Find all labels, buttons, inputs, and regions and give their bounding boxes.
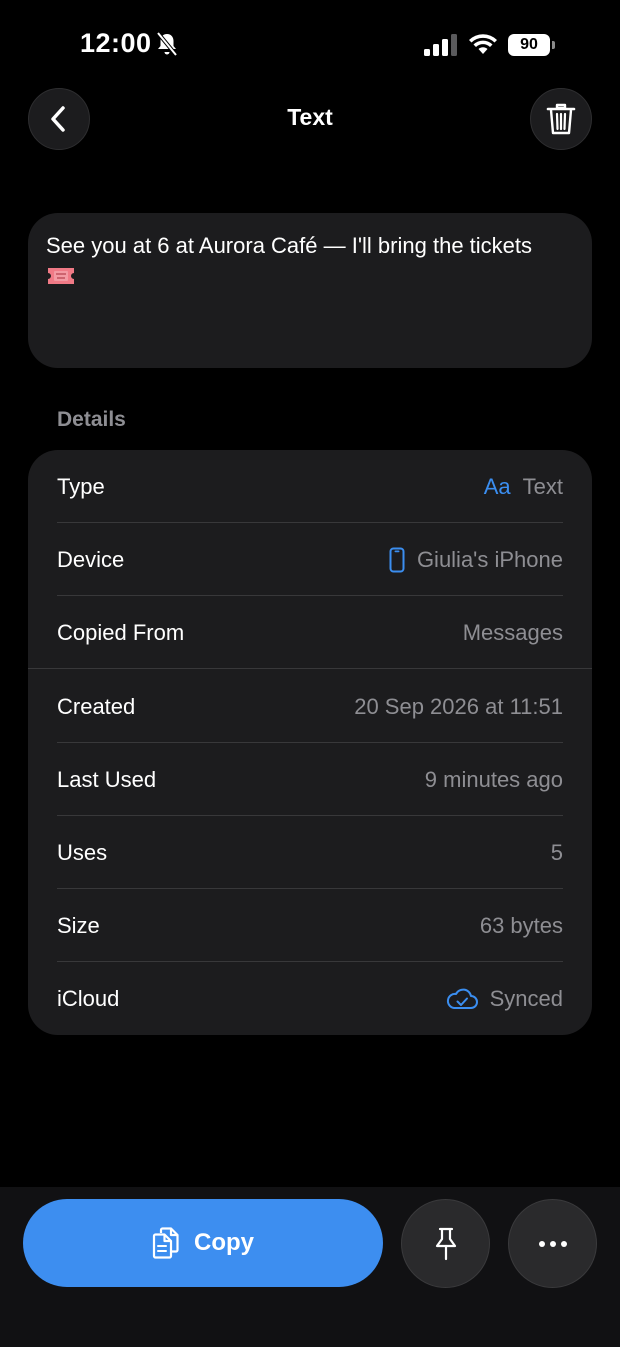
details-section-header: Details xyxy=(57,408,126,431)
clip-text: See you at 6 at Aurora Café — I'll bring… xyxy=(46,233,533,258)
detail-row-last-used: Last Used 9 minutes ago xyxy=(57,743,563,816)
detail-value: 63 bytes xyxy=(479,912,563,938)
copy-button[interactable]: Copy xyxy=(23,1199,383,1287)
trash-icon xyxy=(546,103,576,135)
icloud-check-icon xyxy=(446,988,478,1009)
detail-row-icloud: iCloud Synced xyxy=(57,962,563,1035)
battery-cap xyxy=(552,41,555,49)
pin-button[interactable] xyxy=(401,1199,490,1288)
detail-value-text: Giulia's iPhone xyxy=(416,546,563,572)
bell-slash-icon xyxy=(156,31,178,57)
divider xyxy=(28,668,592,669)
detail-label: iCloud xyxy=(57,985,120,1011)
detail-row-created: Created 20 Sep 2026 at 11:51 xyxy=(57,670,563,743)
detail-value: Synced xyxy=(446,986,563,1012)
detail-value: 5 xyxy=(550,839,563,865)
wifi-icon xyxy=(469,34,497,54)
detail-row-uses: Uses 5 xyxy=(57,816,563,889)
detail-label: Type xyxy=(57,473,105,499)
battery-level: 90 xyxy=(508,34,550,56)
detail-value: Messages xyxy=(462,619,563,645)
detail-value: 20 Sep 2026 at 11:51 xyxy=(354,693,563,719)
detail-label: Device xyxy=(57,546,125,572)
pin-icon xyxy=(435,1227,456,1260)
status-time: 12:00 xyxy=(80,28,152,58)
detail-row-device: Device Giulia's iPhone xyxy=(57,523,563,596)
clip-content-card[interactable]: See you at 6 at Aurora Café — I'll bring… xyxy=(28,213,592,368)
detail-label: Last Used xyxy=(57,766,157,792)
detail-row-copied-from: Copied From Messages xyxy=(57,596,563,669)
text-type-icon: Aa xyxy=(483,473,511,499)
detail-value: 9 minutes ago xyxy=(424,766,563,792)
delete-button[interactable] xyxy=(530,88,592,150)
more-options-button[interactable] xyxy=(508,1199,597,1288)
detail-label: Uses xyxy=(57,839,108,865)
ellipsis-icon xyxy=(538,1240,567,1247)
status-bar: 12:00 90 xyxy=(0,0,620,90)
copy-button-label: Copy xyxy=(194,1229,254,1256)
detail-value-text: Text xyxy=(522,473,563,499)
details-card: Type Aa Text Device Giulia's iPhone Copi… xyxy=(28,450,592,1035)
iphone-icon xyxy=(389,547,405,572)
detail-row-type: Type Aa Text xyxy=(57,450,563,523)
copy-document-icon xyxy=(152,1227,179,1259)
page-title: Text xyxy=(287,104,333,130)
cellular-signal-icon xyxy=(424,34,457,56)
detail-value: Aa Text xyxy=(484,474,563,500)
ticket-emoji-icon xyxy=(48,268,74,284)
detail-row-size: Size 63 bytes xyxy=(57,889,563,962)
detail-value: Giulia's iPhone xyxy=(389,547,563,573)
clip-content-text: See you at 6 at Aurora Café — I'll bring… xyxy=(46,231,574,291)
battery-indicator: 90 xyxy=(508,34,556,56)
detail-label: Size xyxy=(57,912,100,938)
detail-value-text: Synced xyxy=(489,985,563,1011)
detail-label: Copied From xyxy=(57,619,185,645)
detail-label: Created xyxy=(57,693,136,719)
